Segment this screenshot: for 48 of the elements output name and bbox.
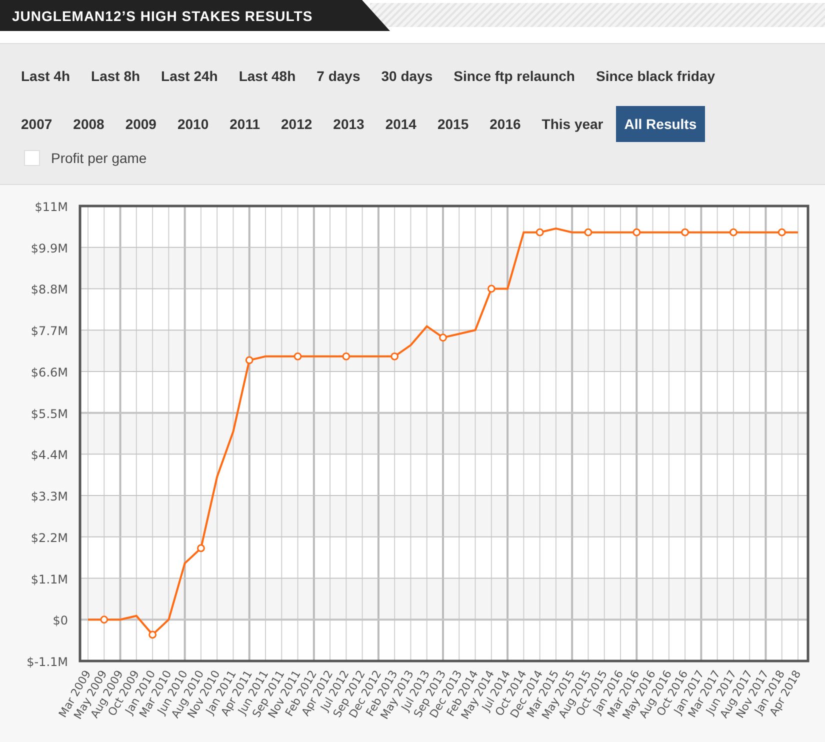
data-point (681, 228, 689, 236)
axis-label: $9.9M (30, 241, 68, 256)
data-point (778, 228, 786, 236)
data-point (294, 352, 302, 360)
checkbox[interactable] (24, 150, 40, 166)
checkbox-label: Profit per game (51, 150, 147, 166)
data-point (148, 630, 156, 639)
filter-button[interactable]: 2015 (429, 106, 477, 142)
data-point (536, 228, 544, 236)
filter-button[interactable]: 2016 (482, 106, 529, 142)
filter-button[interactable]: Last 24h (153, 58, 226, 94)
filter-button[interactable]: 2010 (169, 106, 217, 142)
filter-button[interactable]: 2012 (273, 106, 320, 142)
data-point (584, 228, 592, 236)
filter-button[interactable]: 2009 (117, 106, 164, 142)
axis-label: $5.5M (30, 406, 68, 421)
data-point (197, 544, 205, 552)
filter-button[interactable]: 7 days (308, 58, 368, 94)
axis-label: $8.8M (30, 282, 68, 297)
axis-label: $0 (52, 614, 68, 628)
filter-button[interactable]: 2007 (13, 106, 60, 142)
axis-label: $7.7M (30, 324, 68, 338)
filter-button[interactable]: Since black friday (588, 58, 724, 94)
axis-label: $-1.1M (26, 655, 68, 669)
axis-label: $6.6M (30, 365, 68, 380)
data-point (245, 356, 254, 364)
data-point (730, 228, 738, 236)
filter-button[interactable]: 2011 (222, 106, 268, 142)
filter-button[interactable]: 2014 (377, 106, 424, 142)
data-point (342, 352, 350, 360)
data-point (632, 228, 641, 236)
filter-button[interactable]: 30 days (373, 58, 441, 94)
filter-button[interactable]: Since ftp relaunch (446, 58, 583, 94)
filter-button[interactable]: 2008 (65, 106, 112, 142)
axis-label: $4.4M (30, 448, 68, 462)
axis-label: $1.1M (30, 572, 68, 586)
filter-button[interactable]: This year (534, 106, 612, 142)
filter-button[interactable]: Last 8h (83, 58, 148, 94)
data-point (390, 352, 399, 360)
filter-button[interactable]: Last 4h (13, 58, 78, 94)
axis-label: $3.3M (30, 490, 68, 504)
filter-button[interactable]: 2013 (325, 106, 372, 142)
axis-label: $2.2M (30, 530, 68, 545)
page-title: JUNGLEMAN12’S HIGH STAKES RESULTS (11, 7, 313, 24)
filter-button[interactable]: Last 48h (230, 58, 304, 94)
data-point (439, 334, 447, 342)
axis-label: $11M (34, 200, 68, 214)
filter-button[interactable]: All Results (616, 106, 705, 142)
